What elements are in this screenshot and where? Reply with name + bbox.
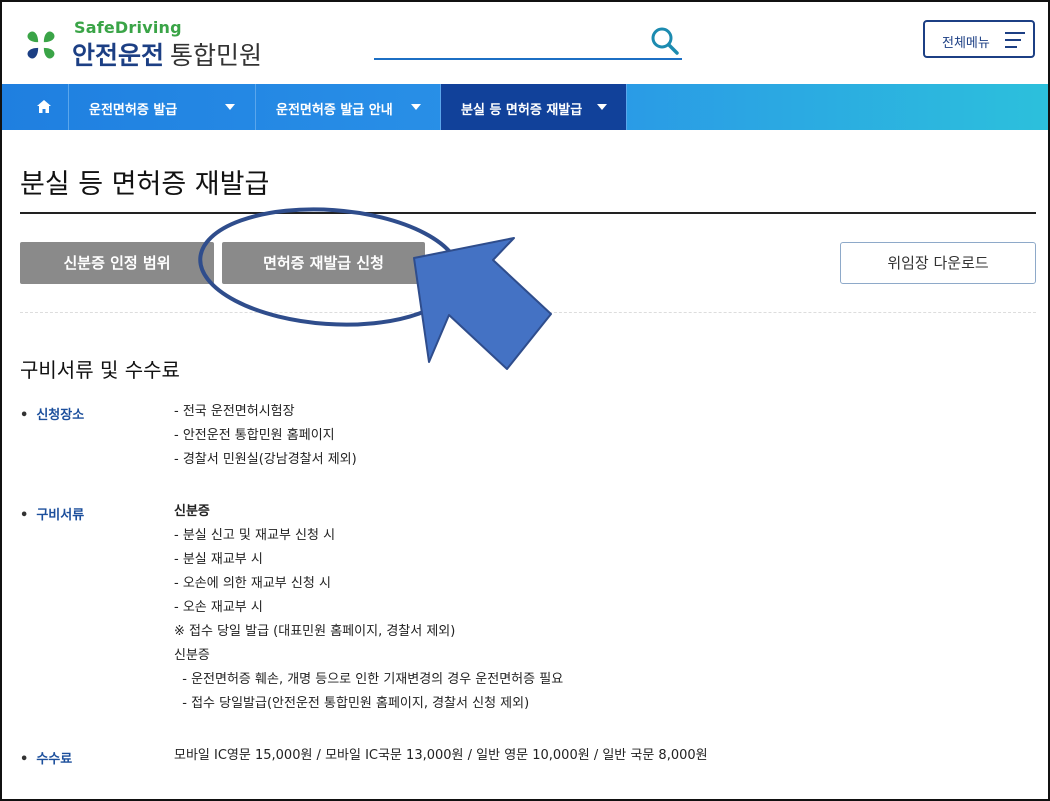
screenshot-frame: SafeDriving 안전운전 통합민원 전체메뉴 운전면허증 발급 운전면허… — [0, 0, 1050, 801]
logo-title-thin: 통합민원 — [170, 41, 263, 70]
row-line: - 분실 신고 및 재교부 신청 시 — [174, 528, 336, 543]
nav-item-label: 분실 등 면허증 재발급 — [461, 103, 583, 118]
search-icon[interactable] — [650, 26, 680, 56]
row-label-documents: • 구비서류 — [20, 504, 84, 523]
nav-item-reissue[interactable]: 분실 등 면허증 재발급 — [441, 84, 627, 130]
logo-title-bold: 안전운전 — [72, 41, 165, 70]
bullet: • — [20, 508, 29, 523]
nav-item-label: 운전면허증 발급 — [89, 103, 178, 118]
logo-subtitle: SafeDriving — [74, 18, 182, 37]
row-line: - 접수 당일발급(안전운전 통합민원 홈페이지, 경찰서 신청 제외) — [174, 696, 530, 711]
nav-item-label: 운전면허증 발급 안내 — [276, 103, 393, 118]
row-line: - 경찰서 민원실(강남경찰서 제외) — [174, 452, 357, 467]
section-title: 구비서류 및 수수료 — [20, 358, 180, 382]
all-menu-label: 전체메뉴 — [942, 36, 990, 51]
all-menu-button[interactable]: 전체메뉴 — [923, 20, 1035, 58]
row-label-fee: • 수수료 — [20, 748, 72, 767]
caret-down-icon — [411, 104, 421, 110]
logo-title: 안전운전 통합민원 — [72, 36, 262, 72]
caret-down-icon — [597, 104, 607, 110]
row-content-place: - 전국 운전면허시험장 - 안전운전 통합민원 홈페이지 - 경찰서 민원실(… — [174, 400, 357, 472]
page-title: 분실 등 면허증 재발급 — [20, 169, 270, 200]
row-label-text: 신청장소 — [36, 408, 85, 423]
hamburger-icon — [1005, 32, 1025, 48]
pointer-arrow-icon — [413, 237, 552, 370]
proxy-download-button[interactable]: 위임장 다운로드 — [840, 242, 1036, 284]
clover-logo-icon — [27, 31, 55, 59]
main-nav: 운전면허증 발급 운전면허증 발급 안내 분실 등 면허증 재발급 — [2, 84, 1048, 130]
row-line: ※ 접수 당일 발급 (대표민원 홈페이지, 경찰서 제외) — [174, 624, 456, 639]
bullet: • — [20, 408, 29, 423]
site-header: SafeDriving 안전운전 통합민원 전체메뉴 — [2, 2, 1048, 84]
row-line: 모바일 IC영문 15,000원 / 모바일 IC국문 13,000원 / 일반… — [174, 748, 708, 763]
caret-down-icon — [225, 104, 235, 110]
row-line: 신분증 — [174, 504, 210, 519]
row-line: - 오손에 의한 재교부 신청 시 — [174, 576, 331, 591]
title-divider — [20, 212, 1036, 214]
row-line: - 운전면허증 훼손, 개명 등으로 인한 기재변경의 경우 운전면허증 필요 — [174, 672, 564, 687]
nav-item-license-issue[interactable]: 운전면허증 발급 — [69, 84, 256, 130]
bullet: • — [20, 752, 29, 767]
row-label-place: • 신청장소 — [20, 404, 84, 423]
row-content-fee: 모바일 IC영문 15,000원 / 모바일 IC국문 13,000원 / 일반… — [174, 744, 708, 768]
search-input[interactable] — [374, 24, 638, 58]
row-line: - 분실 재교부 시 — [174, 552, 263, 567]
row-label-text: 구비서류 — [36, 508, 85, 523]
site-logo[interactable]: SafeDriving 안전운전 통합민원 — [20, 18, 300, 70]
row-line: - 안전운전 통합민원 홈페이지 — [174, 428, 335, 443]
search-bar — [374, 24, 682, 60]
id-scope-button[interactable]: 신분증 인정 범위 — [20, 242, 214, 284]
nav-item-license-guide[interactable]: 운전면허증 발급 안내 — [256, 84, 441, 130]
row-content-documents: 신분증 - 분실 신고 및 재교부 신청 시 - 분실 재교부 시 - 오손에 … — [174, 500, 563, 716]
home-icon — [37, 100, 51, 113]
dashed-divider — [20, 312, 1036, 313]
row-label-text: 수수료 — [36, 752, 73, 767]
row-line: - 오손 재교부 시 — [174, 600, 263, 615]
row-line: - 전국 운전면허시험장 — [174, 404, 295, 419]
reissue-apply-button[interactable]: 면허증 재발급 신청 — [222, 242, 425, 284]
nav-home-button[interactable] — [20, 84, 69, 130]
row-line: 신분증 — [174, 648, 210, 663]
